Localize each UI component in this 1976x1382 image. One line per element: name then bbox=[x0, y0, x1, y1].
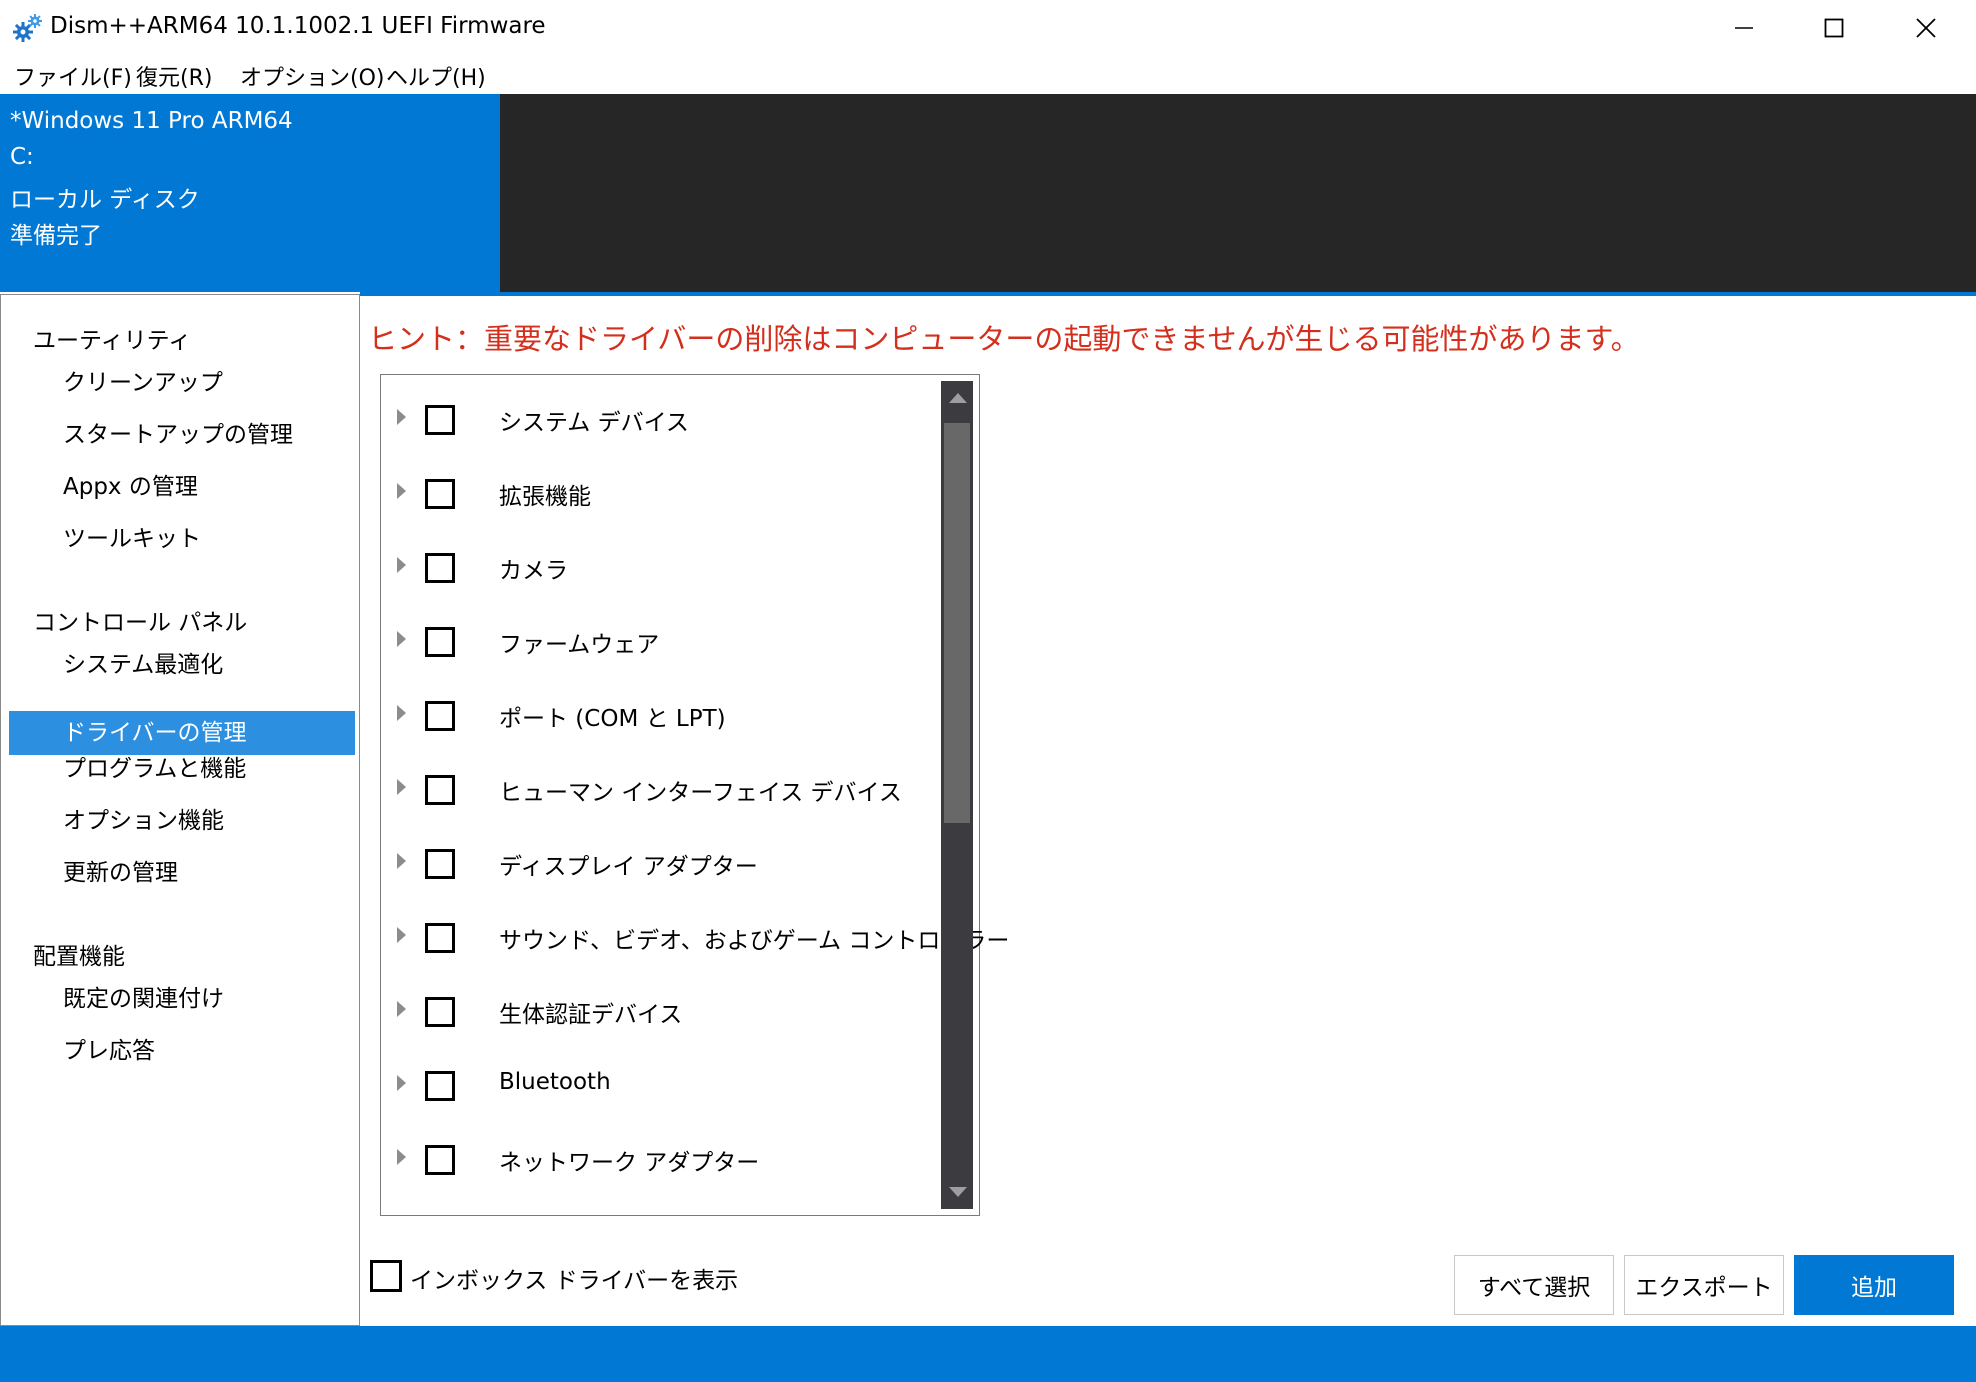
sidebar-item-cleanup[interactable]: クリーンアップ bbox=[9, 361, 355, 405]
expand-arrow-icon[interactable] bbox=[397, 483, 406, 499]
driver-category-label: Bluetooth bbox=[499, 1069, 611, 1095]
expand-arrow-icon[interactable] bbox=[397, 631, 406, 647]
driver-category-label: カメラ bbox=[499, 558, 568, 584]
expand-arrow-icon[interactable] bbox=[397, 1001, 406, 1017]
warning-hint: ヒント：重要なドライバーの削除はコンピューターの起動できませんが生じる可能性があ… bbox=[368, 322, 1640, 356]
maximize-button[interactable] bbox=[1788, 0, 1880, 56]
sidebar-item-associations[interactable]: 既定の関連付け bbox=[9, 977, 355, 1021]
scroll-up-icon[interactable] bbox=[949, 393, 967, 403]
status-bar bbox=[0, 1326, 1976, 1382]
expand-arrow-icon[interactable] bbox=[397, 705, 406, 721]
driver-category-label: サウンド、ビデオ、およびゲーム コントローラー bbox=[499, 928, 1010, 954]
driver-category-label: システム デバイス bbox=[499, 410, 689, 436]
image-drive: C: bbox=[10, 144, 34, 170]
sidebar-category-control-panel: コントロール パネル bbox=[33, 610, 248, 636]
menu-file[interactable]: ファイル(F) bbox=[14, 60, 132, 92]
driver-category-row[interactable]: サウンド、ビデオ、およびゲーム コントローラー bbox=[381, 899, 1009, 973]
scroll-thumb[interactable] bbox=[944, 423, 970, 823]
select-all-button[interactable]: すべて選択 bbox=[1454, 1255, 1614, 1315]
scroll-down-icon[interactable] bbox=[949, 1187, 967, 1197]
image-info-panel[interactable]: *Windows 11 Pro ARM64 C: ローカル ディスク 準備完了 bbox=[0, 94, 500, 292]
driver-category-label: ディスプレイ アダプター bbox=[499, 854, 758, 880]
sidebar-item-appx[interactable]: Appx の管理 bbox=[9, 465, 355, 509]
expand-arrow-icon[interactable] bbox=[397, 409, 406, 425]
image-list-area bbox=[500, 94, 1976, 292]
sidebar-item-updates[interactable]: 更新の管理 bbox=[9, 851, 355, 895]
image-disk: ローカル ディスク bbox=[10, 187, 200, 213]
driver-category-label: 拡張機能 bbox=[499, 484, 591, 510]
driver-category-checkbox[interactable] bbox=[425, 997, 455, 1027]
driver-category-row[interactable]: ディスプレイ アダプター bbox=[381, 825, 941, 899]
close-icon bbox=[1916, 18, 1936, 38]
driver-category-checkbox[interactable] bbox=[425, 1071, 455, 1101]
minimize-button[interactable] bbox=[1698, 0, 1790, 56]
driver-category-label: ネットワーク アダプター bbox=[499, 1150, 760, 1176]
sidebar-item-pre-answer[interactable]: プレ応答 bbox=[9, 1029, 355, 1073]
menu-bar: ファイル(F) 復元(R) オプション(O) ヘルプ(H) bbox=[0, 56, 1976, 94]
expand-arrow-icon[interactable] bbox=[397, 927, 406, 943]
driver-category-label: 生体認証デバイス bbox=[499, 1002, 683, 1028]
expand-arrow-icon[interactable] bbox=[397, 779, 406, 795]
expand-arrow-icon[interactable] bbox=[397, 1149, 406, 1165]
sidebar-item-features[interactable]: オプション機能 bbox=[9, 799, 355, 843]
sidebar: ユーティリティ クリーンアップ スタートアップの管理 Appx の管理 ツールキ… bbox=[0, 294, 360, 1326]
menu-help[interactable]: ヘルプ(H) bbox=[386, 60, 486, 92]
driver-category-checkbox[interactable] bbox=[425, 627, 455, 657]
window-title: Dism++ARM64 10.1.1002.1 UEFI Firmware bbox=[50, 13, 546, 39]
expand-arrow-icon[interactable] bbox=[397, 1075, 406, 1091]
driver-category-row[interactable]: Bluetooth bbox=[381, 1047, 941, 1121]
driver-category-label: ヒューマン インターフェイス デバイス bbox=[499, 780, 902, 806]
driver-category-row[interactable]: ヒューマン インターフェイス デバイス bbox=[381, 751, 941, 825]
driver-category-checkbox[interactable] bbox=[425, 553, 455, 583]
expand-arrow-icon[interactable] bbox=[397, 853, 406, 869]
driver-category-checkbox[interactable] bbox=[425, 1145, 455, 1175]
minimize-icon bbox=[1735, 27, 1753, 29]
image-name: *Windows 11 Pro ARM64 bbox=[10, 108, 293, 134]
expand-arrow-icon[interactable] bbox=[397, 557, 406, 573]
sidebar-item-programs[interactable]: プログラムと機能 bbox=[9, 747, 355, 791]
driver-category-row[interactable]: 拡張機能 bbox=[381, 455, 941, 529]
export-button[interactable]: エクスポート bbox=[1624, 1255, 1784, 1315]
menu-options[interactable]: オプション(O) bbox=[240, 60, 384, 92]
driver-category-checkbox[interactable] bbox=[425, 479, 455, 509]
driver-category-row[interactable]: ネットワーク アダプター bbox=[381, 1121, 941, 1195]
driver-category-checkbox[interactable] bbox=[425, 775, 455, 805]
driver-category-row[interactable]: カメラ bbox=[381, 529, 941, 603]
sidebar-item-startup[interactable]: スタートアップの管理 bbox=[9, 413, 355, 457]
sidebar-item-toolkit[interactable]: ツールキット bbox=[9, 517, 355, 561]
vertical-scrollbar[interactable] bbox=[941, 381, 973, 1209]
sidebar-category-deployment: 配置機能 bbox=[33, 944, 125, 970]
close-button[interactable] bbox=[1880, 0, 1972, 56]
title-bar: Dism++ARM64 10.1.1002.1 UEFI Firmware bbox=[0, 0, 1976, 56]
driver-category-checkbox[interactable] bbox=[425, 923, 455, 953]
driver-category-row[interactable]: 生体認証デバイス bbox=[381, 973, 941, 1047]
image-status: 準備完了 bbox=[10, 223, 102, 249]
driver-category-checkbox[interactable] bbox=[425, 701, 455, 731]
driver-category-label: ファームウェア bbox=[499, 632, 660, 658]
maximize-icon bbox=[1824, 18, 1844, 38]
sidebar-category-utilities: ユーティリティ bbox=[33, 328, 192, 354]
driver-category-label: ポート (COM と LPT) bbox=[499, 706, 726, 732]
driver-category-checkbox[interactable] bbox=[425, 849, 455, 879]
menu-restore[interactable]: 復元(R) bbox=[136, 60, 212, 92]
header-divider bbox=[360, 292, 1976, 296]
driver-category-checkbox[interactable] bbox=[425, 405, 455, 435]
gear-icon bbox=[12, 12, 44, 44]
show-inbox-label: インボックス ドライバーを表示 bbox=[410, 1268, 739, 1294]
add-button[interactable]: 追加 bbox=[1794, 1255, 1954, 1315]
sidebar-item-optimize[interactable]: システム最適化 bbox=[9, 643, 355, 687]
show-inbox-checkbox[interactable] bbox=[370, 1260, 402, 1292]
driver-category-row[interactable]: システム デバイス bbox=[381, 381, 941, 455]
driver-category-row[interactable]: ファームウェア bbox=[381, 603, 941, 677]
driver-category-row[interactable]: ポート (COM と LPT) bbox=[381, 677, 941, 751]
driver-tree-list[interactable]: システム デバイス 拡張機能カメラファームウェアポート (COM と LPT) ヒュ… bbox=[380, 374, 1009, 1216]
